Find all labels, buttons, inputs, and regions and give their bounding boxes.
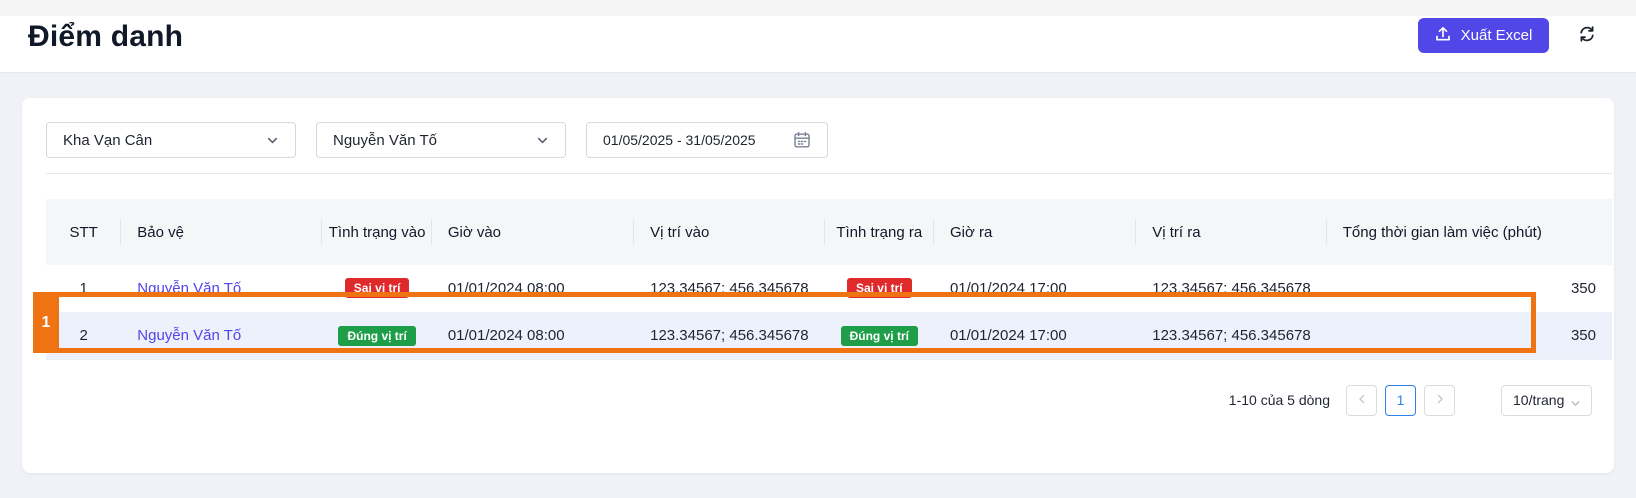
guard-link[interactable]: Nguyễn Văn Tố (137, 280, 241, 297)
cell-total-minutes: 350 (1326, 265, 1612, 313)
column-header-guard[interactable]: Bảo vệ (121, 199, 323, 265)
cell-time-out: 01/01/2024 17:00 (933, 312, 1137, 360)
cell-location-in: 123.34567; 456.345678 (634, 265, 825, 313)
cell-total-minutes: 350 (1326, 312, 1612, 360)
guard-select-value: Nguyễn Văn Tố (333, 131, 437, 149)
calendar-icon (793, 131, 811, 152)
column-header-stt[interactable]: STT (46, 199, 122, 265)
column-header-status-in[interactable]: Tình trạng vào (322, 199, 433, 265)
cell-time-in: 01/01/2024 08:00 (431, 265, 635, 313)
table-header-row: STT Bảo vệ Tình trạng vào Giờ vào Vị trí… (46, 199, 1612, 265)
annotation-label: 1 (33, 292, 59, 353)
table-row[interactable]: 2 Nguyễn Văn Tố Đúng vị trí 01/01/2024 0… (46, 312, 1612, 360)
date-range-picker[interactable]: 01/05/2025 - 31/05/2025 (586, 122, 828, 158)
export-excel-button[interactable]: Xuất Excel (1418, 18, 1549, 53)
chevron-down-icon (1570, 396, 1581, 412)
cell-guard: Nguyễn Văn Tố (121, 265, 323, 313)
cell-status-out: Đúng vị trí (824, 312, 934, 360)
cell-status-in: Sai vị trí (322, 265, 432, 313)
chevron-right-icon (1434, 392, 1446, 408)
next-page-button[interactable] (1424, 384, 1455, 416)
top-strip (0, 0, 1636, 16)
pagination-info: 1-10 của 5 dòng (1228, 392, 1330, 408)
chevron-left-icon (1356, 392, 1368, 408)
attendance-card: Kha Vạn Cân Nguyễn Văn Tố 01/05/2025 - 3… (22, 98, 1614, 473)
cell-time-in: 01/01/2024 08:00 (431, 312, 635, 360)
attendance-table: STT Bảo vệ Tình trạng vào Giờ vào Vị trí… (46, 199, 1612, 360)
column-header-location-in[interactable]: Vị trí vào (634, 199, 825, 265)
column-header-time-in[interactable]: Giờ vào (431, 199, 635, 265)
export-excel-label: Xuất Excel (1460, 27, 1533, 44)
upload-icon (1435, 26, 1451, 46)
guard-select[interactable]: Nguyễn Văn Tố (316, 122, 566, 158)
page-title: Điểm danh (28, 20, 184, 53)
status-badge: Đúng vị trí (840, 325, 918, 346)
cell-location-in: 123.34567; 456.345678 (634, 312, 825, 360)
cell-status-in: Đúng vị trí (322, 312, 432, 360)
chevron-down-icon (266, 134, 279, 151)
location-select[interactable]: Kha Vạn Cân (46, 122, 296, 158)
guard-link[interactable]: Nguyễn Văn Tố (137, 327, 241, 344)
date-range-value: 01/05/2025 - 31/05/2025 (603, 132, 756, 148)
status-badge: Đúng vị trí (338, 325, 416, 346)
page-header: Điểm danh Xuất Excel (0, 16, 1636, 73)
cell-location-out: 123.34567; 456.345678 (1136, 312, 1327, 360)
column-header-status-out[interactable]: Tình trạng ra (824, 199, 935, 265)
refresh-icon (1578, 25, 1596, 48)
column-header-location-out[interactable]: Vị trí ra (1136, 199, 1327, 265)
status-badge: Sai vị trí (344, 278, 410, 299)
chevron-down-icon (536, 134, 549, 151)
pagination: 1-10 của 5 dòng 1 10/trang (1229, 384, 1592, 416)
filter-divider (46, 173, 1612, 174)
cell-location-out: 123.34567; 456.345678 (1136, 265, 1327, 313)
prev-page-button[interactable] (1346, 384, 1377, 416)
page-size-value: 10/trang (1513, 392, 1565, 408)
cell-time-out: 01/01/2024 17:00 (933, 265, 1137, 313)
table-row[interactable]: 1 Nguyễn Văn Tố Sai vị trí 01/01/2024 08… (46, 265, 1612, 313)
page-size-select[interactable]: 10/trang (1501, 384, 1592, 416)
status-badge: Sai vị trí (846, 278, 912, 299)
cell-status-out: Sai vị trí (824, 265, 934, 313)
page-button-current[interactable]: 1 (1385, 384, 1416, 416)
cell-guard: Nguyễn Văn Tố (121, 312, 323, 360)
location-select-value: Kha Vạn Cân (63, 131, 153, 149)
refresh-button[interactable] (1574, 23, 1600, 49)
column-header-time-out[interactable]: Giờ ra (933, 199, 1137, 265)
column-header-total-minutes[interactable]: Tổng thời gian làm việc (phút) (1326, 199, 1612, 265)
